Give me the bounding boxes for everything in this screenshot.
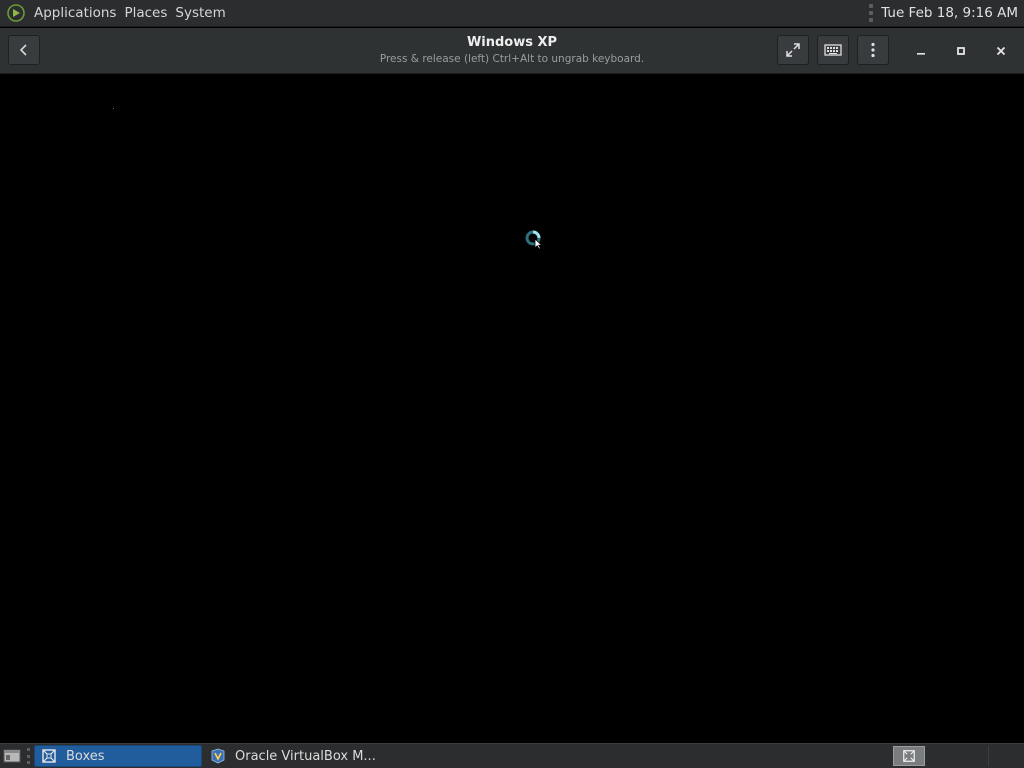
back-button[interactable] — [8, 35, 40, 65]
loading-cursor-icon — [525, 230, 543, 249]
title-block: Windows XP Press & release (left) Ctrl+A… — [312, 35, 712, 66]
virtualbox-icon — [209, 747, 227, 765]
maximize-button[interactable] — [948, 38, 974, 64]
distro-logo-icon[interactable] — [7, 4, 25, 22]
window-title: Windows XP — [466, 35, 558, 50]
vm-display[interactable] — [0, 75, 1024, 743]
display-artifact — [113, 108, 114, 109]
task-boxes[interactable]: Boxes — [34, 745, 202, 767]
maximize-icon — [957, 47, 965, 55]
boxes-icon — [40, 747, 58, 765]
clock[interactable]: Tue Feb 18, 9:16 AM — [881, 5, 1018, 21]
boxes-icon — [903, 750, 915, 762]
window-subtitle: Press & release (left) Ctrl+Alt to ungra… — [379, 53, 645, 65]
fullscreen-button[interactable] — [777, 35, 809, 65]
menu-applications[interactable]: Applications — [30, 0, 120, 27]
menu-system[interactable]: System — [171, 0, 229, 27]
show-desktop-button[interactable] — [2, 747, 22, 765]
workspace-2[interactable] — [927, 746, 989, 766]
task-label: Oracle VirtualBox M... — [235, 748, 376, 764]
taskbar-handle[interactable] — [27, 748, 31, 764]
task-label: Boxes — [66, 748, 105, 764]
workspace-3[interactable] — [991, 746, 1024, 766]
task-virtualbox[interactable]: Oracle VirtualBox M... — [204, 745, 384, 767]
bottom-panel: Boxes Oracle VirtualBox M... — [0, 743, 1024, 768]
keyboard-button[interactable] — [817, 35, 849, 65]
chevron-left-icon — [19, 44, 27, 56]
fullscreen-icon — [786, 43, 800, 57]
boxes-headerbar: Windows XP Press & release (left) Ctrl+A… — [0, 28, 1024, 74]
close-icon — [996, 46, 1006, 56]
menu-places[interactable]: Places — [120, 0, 171, 27]
top-panel: Applications Places System Tue Feb 18, 9… — [0, 0, 1024, 27]
properties-menu-button[interactable] — [857, 35, 889, 65]
workspace-1[interactable] — [893, 746, 925, 766]
panel-handle[interactable] — [869, 4, 874, 22]
vertical-ellipsis-icon — [871, 42, 875, 58]
close-button[interactable] — [988, 38, 1014, 64]
minimize-icon — [917, 53, 925, 55]
show-desktop-icon — [3, 749, 21, 763]
keyboard-icon — [824, 44, 842, 56]
minimize-button[interactable] — [908, 38, 934, 64]
